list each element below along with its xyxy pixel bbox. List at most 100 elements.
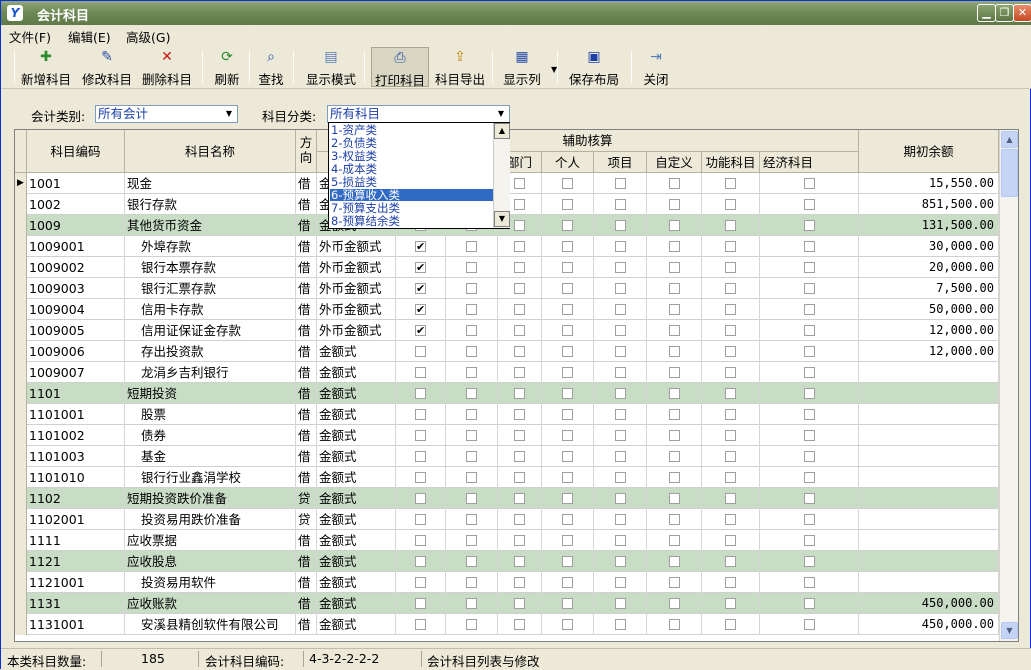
cell-checkbox-func[interactable] <box>702 488 760 509</box>
cell-direction[interactable]: 借 <box>296 467 317 488</box>
checkbox[interactable] <box>669 304 680 315</box>
cell-name[interactable]: 银行本票存款 <box>125 257 296 278</box>
checkbox[interactable] <box>466 493 477 504</box>
cell-name[interactable]: 短期投资跌价准备 <box>125 488 296 509</box>
cell-checkbox-econ[interactable] <box>760 467 859 488</box>
cell-checkbox-econ[interactable] <box>760 404 859 425</box>
checkbox[interactable] <box>669 514 680 525</box>
cell-checkbox-custom[interactable] <box>647 572 702 593</box>
checkbox[interactable] <box>415 367 426 378</box>
cell-balance[interactable] <box>859 467 999 488</box>
table-row[interactable]: 1101003 基金借金额式 <box>15 446 999 467</box>
checkbox[interactable] <box>725 619 736 630</box>
checkbox[interactable] <box>514 199 525 210</box>
cell-checkbox-cur[interactable]: ✔ <box>396 257 446 278</box>
checkbox[interactable] <box>725 472 736 483</box>
cell-checkbox-project[interactable] <box>594 551 647 572</box>
cell-checkbox-person[interactable] <box>542 425 594 446</box>
col-name-header[interactable]: 科目名称 <box>125 130 296 173</box>
cell-type[interactable]: 金额式 <box>317 614 396 635</box>
cell-checkbox-unit[interactable] <box>446 362 498 383</box>
toolbar-button-export[interactable]: ⇪ 科目导出 <box>431 47 489 87</box>
cell-checkbox-econ[interactable] <box>760 320 859 341</box>
cell-name[interactable]: 股票 <box>125 404 296 425</box>
dropdown-option[interactable]: 8-预算结余类 <box>330 215 493 227</box>
table-row[interactable]: 1131 应收账款借金额式 450,000.00 <box>15 593 999 614</box>
row-indicator[interactable] <box>15 299 27 320</box>
cell-name[interactable]: 短期投资 <box>125 383 296 404</box>
cell-checkbox-project[interactable] <box>594 509 647 530</box>
cell-direction[interactable]: 借 <box>296 383 317 404</box>
checkbox[interactable] <box>615 577 626 588</box>
checkbox[interactable] <box>562 262 573 273</box>
checkbox[interactable] <box>562 304 573 315</box>
cell-name[interactable]: 投资易用软件 <box>125 572 296 593</box>
cell-checkbox-unit[interactable] <box>446 236 498 257</box>
checkbox[interactable] <box>804 451 815 462</box>
cell-type[interactable]: 金额式 <box>317 446 396 467</box>
checkbox[interactable] <box>725 178 736 189</box>
checkbox[interactable] <box>514 556 525 567</box>
cell-checkbox-person[interactable] <box>542 215 594 236</box>
checkbox[interactable] <box>466 262 477 273</box>
cell-type[interactable]: 外币金额式 <box>317 299 396 320</box>
cell-checkbox-unit[interactable] <box>446 551 498 572</box>
col-code-header[interactable]: 科目编码 <box>27 130 125 173</box>
cell-direction[interactable]: 贷 <box>296 509 317 530</box>
cell-name[interactable]: 银行存款 <box>125 194 296 215</box>
menu-edit[interactable]: 编辑(E) <box>68 27 111 46</box>
cell-checkbox-cur[interactable] <box>396 593 446 614</box>
cell-checkbox-custom[interactable] <box>647 215 702 236</box>
vertical-scrollbar[interactable]: ▲ ▼ <box>999 130 1018 641</box>
cell-checkbox-func[interactable] <box>702 236 760 257</box>
cell-checkbox-unit[interactable] <box>446 341 498 362</box>
row-indicator[interactable] <box>15 593 27 614</box>
cell-checkbox-custom[interactable] <box>647 173 702 194</box>
checkbox[interactable] <box>725 262 736 273</box>
cell-checkbox-custom[interactable] <box>647 509 702 530</box>
table-row[interactable]: 1009001 外埠存款借外币金额式 ✔ 30,000.00 <box>15 236 999 257</box>
cell-checkbox-project[interactable] <box>594 614 647 635</box>
checkbox[interactable] <box>415 619 426 630</box>
cell-direction[interactable]: 借 <box>296 593 317 614</box>
checkbox[interactable]: ✔ <box>415 283 426 294</box>
checkbox[interactable] <box>514 241 525 252</box>
cell-balance[interactable] <box>859 404 999 425</box>
checkbox[interactable] <box>804 598 815 609</box>
table-row[interactable]: 1101010 银行行业鑫涓学校借金额式 <box>15 467 999 488</box>
row-indicator[interactable] <box>15 404 27 425</box>
col-person-header[interactable]: 个人 <box>542 152 594 173</box>
checkbox[interactable] <box>466 451 477 462</box>
checkbox[interactable] <box>615 220 626 231</box>
checkbox[interactable] <box>415 451 426 462</box>
cell-checkbox-econ[interactable] <box>760 173 859 194</box>
cell-checkbox-custom[interactable] <box>647 194 702 215</box>
restore-button[interactable]: ❐ <box>995 4 1014 22</box>
cell-checkbox-unit[interactable] <box>446 509 498 530</box>
cell-checkbox-custom[interactable] <box>647 257 702 278</box>
checkbox[interactable] <box>669 388 680 399</box>
checkbox[interactable] <box>514 409 525 420</box>
checkbox[interactable] <box>415 472 426 483</box>
cell-name[interactable]: 债券 <box>125 425 296 446</box>
chevron-down-icon[interactable]: ▼ <box>222 107 236 121</box>
cell-checkbox-person[interactable] <box>542 614 594 635</box>
cell-checkbox-project[interactable] <box>594 404 647 425</box>
checkbox[interactable] <box>562 178 573 189</box>
checkbox[interactable] <box>669 262 680 273</box>
checkbox[interactable] <box>725 388 736 399</box>
cell-checkbox-person[interactable] <box>542 278 594 299</box>
cell-checkbox-unit[interactable] <box>446 383 498 404</box>
cell-checkbox-custom[interactable] <box>647 341 702 362</box>
checkbox[interactable] <box>514 304 525 315</box>
checkbox[interactable] <box>669 619 680 630</box>
cell-balance[interactable] <box>859 425 999 446</box>
cell-name[interactable]: 信用证保证金存款 <box>125 320 296 341</box>
checkbox[interactable] <box>669 430 680 441</box>
checkbox[interactable] <box>466 304 477 315</box>
checkbox[interactable] <box>804 409 815 420</box>
checkbox[interactable] <box>725 577 736 588</box>
table-row[interactable]: 1101002 债券借金额式 <box>15 425 999 446</box>
cell-type[interactable]: 外币金额式 <box>317 278 396 299</box>
cell-checkbox-custom[interactable] <box>647 383 702 404</box>
